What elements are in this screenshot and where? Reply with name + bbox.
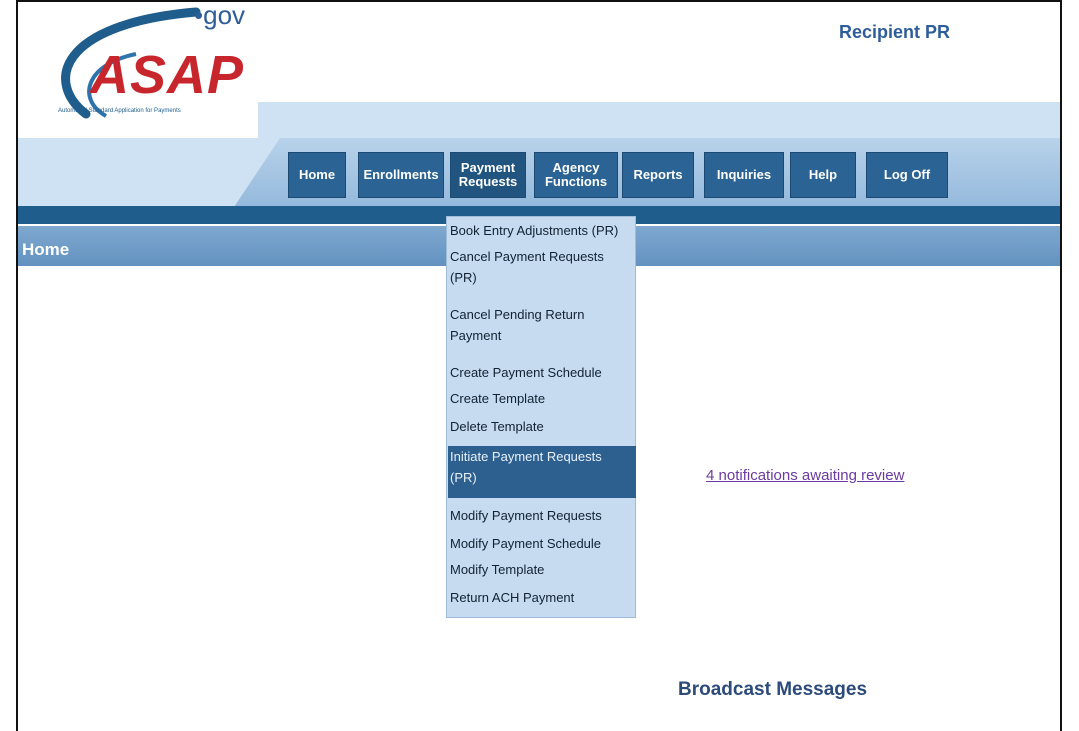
- nav-home[interactable]: Home: [288, 152, 346, 198]
- menu-item-delete-template[interactable]: Delete Template: [448, 416, 636, 437]
- nav-agency-functions[interactable]: Agency Functions: [534, 152, 618, 198]
- page-title: Home: [22, 240, 70, 259]
- broadcast-messages-heading: Broadcast Messages: [678, 679, 868, 700]
- menu-item-book-entry[interactable]: Book Entry Adjustments (PR): [448, 220, 636, 241]
- nav-inquiries[interactable]: Inquiries: [704, 152, 784, 198]
- logo-text: ASAP: [90, 45, 245, 105]
- nav-log-off[interactable]: Log Off: [866, 152, 948, 198]
- menu-item-cancel-payment-requests[interactable]: Cancel Payment Requests (PR): [448, 246, 628, 288]
- asap-logo[interactable]: ASAP •gov Automated Standard Application…: [46, 2, 286, 124]
- logo-tagline: Automated Standard Application for Payme…: [58, 108, 181, 114]
- menu-item-modify-payment-requests[interactable]: Modify Payment Requests: [448, 505, 636, 526]
- menu-item-create-template[interactable]: Create Template: [448, 388, 636, 409]
- notifications-link[interactable]: 4 notifications awaiting review: [706, 467, 904, 484]
- role-label: Recipient PR: [838, 22, 950, 42]
- menu-item-cancel-pending-return[interactable]: Cancel Pending Return Payment: [448, 304, 608, 346]
- menu-item-create-payment-schedule[interactable]: Create Payment Schedule: [448, 362, 636, 383]
- nav-payment-requests[interactable]: Payment Requests: [450, 152, 526, 198]
- menu-item-initiate-payment-requests[interactable]: Initiate Payment Requests (PR): [448, 446, 636, 498]
- header-band: [258, 102, 1060, 138]
- nav-help[interactable]: Help: [790, 152, 856, 198]
- menu-item-modify-template[interactable]: Modify Template: [448, 559, 636, 580]
- menu-item-return-ach-payment[interactable]: Return ACH Payment: [448, 587, 636, 608]
- nav-reports[interactable]: Reports: [622, 152, 694, 198]
- logo-gov: •gov: [194, 0, 246, 30]
- nav-enrollments[interactable]: Enrollments: [358, 152, 444, 198]
- page-frame: ASAP •gov Automated Standard Application…: [16, 0, 1062, 731]
- menu-item-modify-payment-schedule[interactable]: Modify Payment Schedule: [448, 533, 636, 554]
